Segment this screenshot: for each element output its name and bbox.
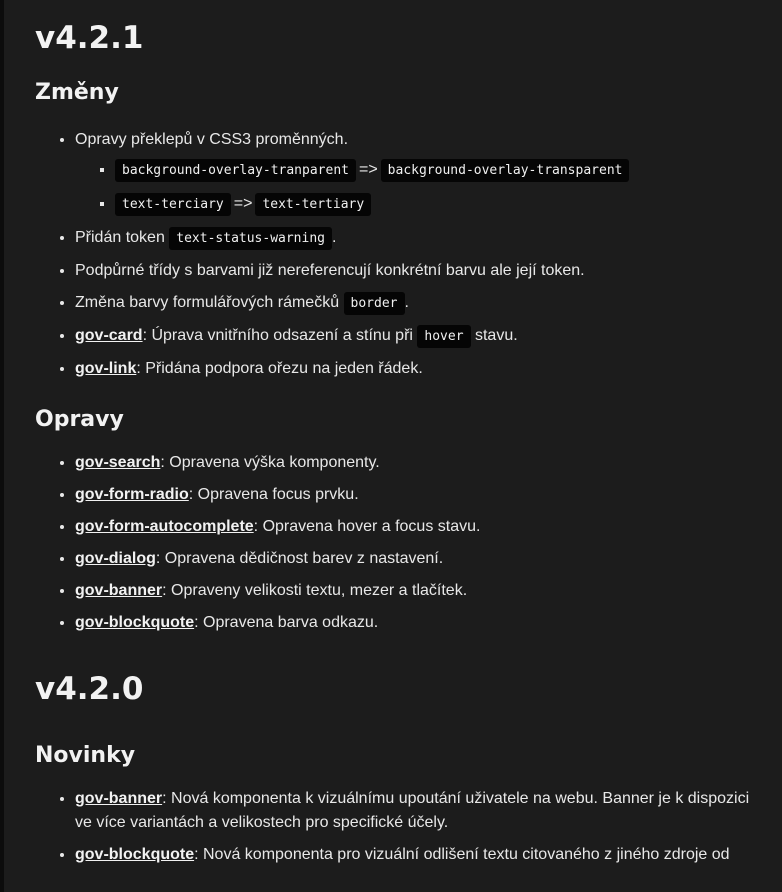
list-item-text: : Opravena výška komponenty. (160, 454, 380, 471)
component-link-gov-banner[interactable]: gov-banner (75, 790, 162, 807)
list-item-text: stavu. (470, 327, 518, 344)
list-item: gov-form-autocomplete: Opravena hover a … (75, 515, 762, 539)
component-link-gov-form-radio[interactable]: gov-form-radio (75, 486, 189, 503)
component-link-gov-search[interactable]: gov-search (75, 454, 160, 471)
list-item: gov-banner: Opraveny velikosti textu, me… (75, 579, 762, 603)
list-item-text: . (332, 229, 337, 246)
old-token: text-terciary (115, 193, 231, 216)
arrow: => (358, 161, 378, 178)
section-heading-news: Novinky (35, 743, 136, 768)
component-link-gov-banner[interactable]: gov-banner (75, 582, 162, 599)
list-item: gov-blockquote: Nová komponenta pro vizu… (75, 843, 762, 867)
list-item-text: : Opravena hover a focus stavu. (253, 518, 481, 535)
list-item-text: : Opraveny velikosti textu, mezer a tlač… (162, 582, 468, 599)
list-item: gov-blockquote: Opravena barva odkazu. (75, 611, 762, 635)
component-link-gov-blockquote[interactable]: gov-blockquote (75, 614, 194, 631)
list-item-text: Změna barvy formulářových rámečků (75, 294, 344, 311)
component-link-gov-link[interactable]: gov-link (75, 360, 136, 377)
new-token: text-tertiary (255, 193, 372, 216)
version-heading-v421: v4.2.1 (35, 20, 144, 56)
list-item-text: . (404, 294, 409, 311)
list-item-text: : Nová komponenta k vizuálnímu upoutání … (75, 790, 750, 831)
list-item: gov-search: Opravena výška komponenty. (75, 451, 762, 475)
list-item-text: : Opravena barva odkazu. (194, 614, 379, 631)
list-item: background-overlay-tranparent=>backgroun… (115, 158, 762, 183)
list-item: gov-link: Přidána podpora ořezu na jeden… (75, 357, 762, 381)
list-item-text: : Opravena dědičnost barev z nastavení. (155, 550, 444, 567)
news-list: gov-banner: Nová komponenta k vizuálnímu… (35, 787, 762, 867)
component-link-gov-card[interactable]: gov-card (75, 327, 143, 344)
list-item-text: : Nová komponenta pro vizuální odlišení … (194, 846, 730, 863)
list-item: gov-form-radio: Opravena focus prvku. (75, 483, 762, 507)
list-item-text: : Přidána podpora ořezu na jeden řádek. (136, 360, 423, 377)
list-item: Přidán token text-status-warning. (75, 226, 762, 251)
list-item: Podpůrné třídy s barvami již nereferencu… (75, 259, 762, 283)
new-token: background-overlay-transparent (380, 159, 630, 182)
token-code: hover (417, 325, 471, 348)
changes-list: Opravy překlepů v CSS3 proměnných. backg… (35, 128, 762, 381)
arrow: => (233, 195, 253, 212)
component-link-gov-form-autocomplete[interactable]: gov-form-autocomplete (75, 518, 254, 535)
component-link-gov-blockquote[interactable]: gov-blockquote (75, 846, 194, 863)
changelog-page: v4.2.1 Změny Opravy překlepů v CSS3 prom… (0, 0, 782, 892)
list-item-text: Opravy překlepů v CSS3 proměnných. (75, 131, 349, 148)
section-heading-fixes: Opravy (35, 407, 124, 432)
list-item: Změna barvy formulářových rámečků border… (75, 291, 762, 316)
token-code: border (343, 292, 405, 315)
component-link-gov-dialog[interactable]: gov-dialog (75, 550, 156, 567)
list-item: Opravy překlepů v CSS3 proměnných. backg… (75, 128, 762, 217)
version-heading-v420: v4.2.0 (35, 671, 144, 707)
list-item: gov-dialog: Opravena dědičnost barev z n… (75, 547, 762, 571)
list-item: gov-banner: Nová komponenta k vizuálnímu… (75, 787, 762, 835)
section-heading-changes: Změny (35, 80, 119, 105)
list-item: text-terciary=>text-tertiary (115, 192, 762, 217)
list-item-text: : Opravena focus prvku. (188, 486, 359, 503)
list-item-text: Přidán token (75, 229, 170, 246)
old-token: background-overlay-tranparent (115, 159, 356, 182)
list-item-text: Podpůrné třídy s barvami již nereferencu… (75, 262, 585, 279)
token-code: text-status-warning (169, 227, 332, 250)
list-item-text: : Úprava vnitřního odsazení a stínu při (142, 327, 418, 344)
list-item: gov-card: Úprava vnitřního odsazení a st… (75, 324, 762, 349)
renamed-tokens-list: background-overlay-tranparent=>backgroun… (75, 158, 762, 217)
fixes-list: gov-search: Opravena výška komponenty. g… (35, 451, 762, 635)
